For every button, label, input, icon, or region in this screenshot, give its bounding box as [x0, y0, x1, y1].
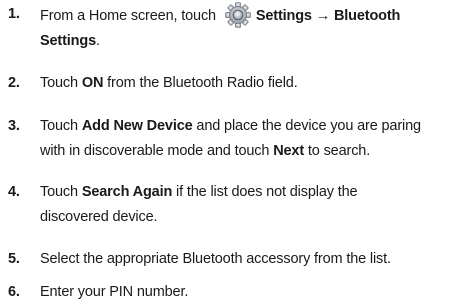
- step-text: Touch Search Again if the list does not …: [40, 180, 468, 230]
- step-text-segment: discovered device.: [40, 209, 158, 225]
- step-text-segment: and place the device you are paring: [192, 118, 421, 134]
- step-text-segment: Select the appropriate Bluetooth accesso…: [40, 251, 391, 267]
- step-6: 6. Enter your PIN number.: [0, 280, 472, 305]
- step-bold-text: Next: [273, 143, 305, 159]
- step-number: 4.: [8, 184, 20, 200]
- step-text-segment: Touch: [40, 75, 82, 91]
- step-text: Touch ON from the Bluetooth Radio field.: [40, 71, 468, 96]
- step-bold-text: Settings → Bluetooth: [255, 8, 401, 24]
- step-text-segment: to search.: [304, 143, 371, 159]
- step-text-segment: with in discoverable mode and touch: [40, 143, 274, 159]
- step-text-segment: Enter your PIN number.: [40, 284, 189, 300]
- step-text: Select the appropriate Bluetooth accesso…: [40, 247, 468, 272]
- step-text-segment: from the Bluetooth Radio field.: [103, 75, 298, 91]
- step-text-segment: if the list does not display the: [172, 184, 358, 200]
- step-text: Touch Add New Device and place the devic…: [40, 114, 468, 164]
- step-bold-text: Search Again: [81, 184, 173, 200]
- step-bold-text: Add New Device: [81, 118, 193, 134]
- step-text: Enter your PIN number.: [40, 280, 468, 305]
- settings-gear-icon: [223, 2, 253, 28]
- step-text-segment: From a Home screen, touch: [40, 8, 220, 24]
- step-number: 3.: [8, 118, 20, 134]
- step-number: 2.: [8, 75, 20, 91]
- step-4: 4. Touch Search Again if the list does n…: [0, 180, 472, 230]
- step-text-segment: .: [96, 33, 100, 49]
- step-1: 1. From a Home screen, touch Settings → …: [0, 2, 472, 54]
- step-bold-text: ON: [81, 75, 104, 91]
- step-text-segment: Touch: [40, 118, 82, 134]
- step-number: 6.: [8, 284, 20, 300]
- step-bold-text: Settings: [40, 33, 96, 49]
- step-number: 1.: [8, 6, 20, 22]
- step-number: 5.: [8, 251, 20, 267]
- step-5: 5. Select the appropriate Bluetooth acce…: [0, 247, 472, 272]
- step-2: 2. Touch ON from the Bluetooth Radio fie…: [0, 71, 472, 96]
- step-3: 3. Touch Add New Device and place the de…: [0, 114, 472, 164]
- step-text-segment: Touch: [40, 184, 82, 200]
- step-text: From a Home screen, touch Settings → Blu…: [40, 2, 468, 54]
